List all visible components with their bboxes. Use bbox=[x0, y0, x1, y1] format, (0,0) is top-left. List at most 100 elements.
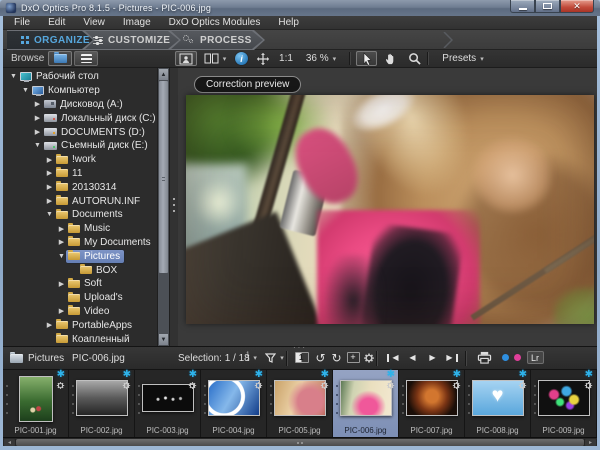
thumbnail-image[interactable] bbox=[19, 376, 53, 422]
collapse-arrow-icon[interactable]: ▼ bbox=[57, 253, 66, 260]
menu-item-dxo-optics-modules[interactable]: DxO Optics Modules bbox=[160, 16, 270, 30]
tab-organize[interactable]: ORGANIZE bbox=[7, 30, 95, 50]
processing-status-gear-icon[interactable] bbox=[188, 381, 198, 391]
tree-item-portableapps[interactable]: ▶PortableApps bbox=[3, 318, 157, 332]
processing-status-gear-icon[interactable] bbox=[254, 381, 264, 391]
thumbnail-image[interactable] bbox=[142, 384, 194, 412]
tree-item-pictures[interactable]: ▼Pictures bbox=[3, 249, 157, 263]
tree-item-chip[interactable]: Music bbox=[66, 222, 114, 235]
hand-tool-button[interactable] bbox=[380, 51, 401, 66]
scroll-down-icon[interactable]: ▼ bbox=[159, 334, 168, 345]
processing-status-gear-icon[interactable] bbox=[56, 381, 66, 391]
tree-scrollbar-thumb[interactable] bbox=[159, 81, 168, 273]
tree-item-11[interactable]: ▶11 bbox=[3, 167, 157, 181]
tree-item-chip[interactable]: AUTORUN.INF bbox=[54, 195, 144, 208]
info-button[interactable]: i bbox=[233, 51, 250, 66]
minimize-button[interactable] bbox=[510, 0, 535, 13]
tree-item-box[interactable]: BOX bbox=[3, 263, 157, 277]
correction-preview-button[interactable] bbox=[175, 51, 197, 66]
thumbnail-image[interactable] bbox=[76, 380, 128, 416]
tree-item-documents-d-[interactable]: ▶DOCUMENTS (D:) bbox=[3, 125, 157, 139]
tree-item-20130314[interactable]: ▶20130314 bbox=[3, 180, 157, 194]
menu-item-edit[interactable]: Edit bbox=[39, 16, 74, 30]
scroll-left-icon[interactable]: ◂ bbox=[4, 439, 15, 446]
next-image-button[interactable]: ▶ bbox=[424, 350, 441, 365]
tree-item-компьютер[interactable]: ▼Компьютер bbox=[3, 84, 157, 98]
thumbnail-pic-004[interactable]: ✱PIC-004.jpg bbox=[201, 370, 267, 437]
tree-item-chip[interactable]: Компьютер bbox=[30, 84, 104, 97]
processing-status-gear-icon[interactable] bbox=[386, 381, 396, 391]
expand-arrow-icon[interactable]: ▶ bbox=[45, 321, 54, 329]
menu-item-file[interactable]: File bbox=[5, 16, 39, 30]
tree-item-autorun-inf[interactable]: ▶AUTORUN.INF bbox=[3, 194, 157, 208]
filter-button[interactable]: ▾ bbox=[264, 350, 285, 365]
thumbnail-pic-006[interactable]: ✱PIC-006.jpg bbox=[333, 370, 399, 437]
thumbnail-image[interactable] bbox=[340, 380, 392, 416]
title-bar[interactable]: DxO Optics Pro 8.1.5 - Pictures - PIC-00… bbox=[0, 0, 600, 16]
star-icon[interactable]: ✱ bbox=[189, 369, 197, 380]
processing-settings-button[interactable] bbox=[361, 350, 376, 365]
one-to-one-button[interactable]: 1:1 bbox=[276, 51, 296, 66]
compare-view-button[interactable]: ▾ bbox=[200, 51, 230, 66]
collapse-arrow-icon[interactable]: ▼ bbox=[33, 142, 42, 149]
sort-button[interactable]: 12▾ bbox=[241, 350, 262, 365]
previous-image-button[interactable]: ◀ bbox=[404, 350, 421, 365]
tree-item-my-documents[interactable]: ▶My Documents bbox=[3, 236, 157, 250]
first-image-button[interactable]: ◀ bbox=[384, 350, 401, 365]
color-labels[interactable] bbox=[501, 350, 521, 365]
pan-tool-button[interactable] bbox=[253, 51, 273, 66]
browse-folders-button[interactable] bbox=[48, 51, 72, 66]
zoom-level-dropdown[interactable]: 36 %▾ bbox=[300, 51, 342, 66]
tree-item-chip[interactable]: Documents bbox=[54, 208, 127, 221]
tree-item-chip[interactable]: Рабочий стол bbox=[18, 70, 103, 83]
processing-status-gear-icon[interactable] bbox=[584, 381, 594, 391]
collapse-arrow-icon[interactable]: ▼ bbox=[21, 87, 30, 94]
tree-item-chip[interactable]: Video bbox=[66, 305, 113, 318]
collapse-arrow-icon[interactable]: ▼ bbox=[9, 73, 18, 80]
menu-item-help[interactable]: Help bbox=[269, 16, 308, 30]
tab-process[interactable]: PROCESS bbox=[169, 30, 265, 50]
browse-list-button[interactable] bbox=[74, 51, 98, 66]
panel-splitter[interactable] bbox=[170, 68, 178, 346]
thumbnail-pic-007[interactable]: ✱PIC-007.jpg bbox=[399, 370, 465, 437]
thumbnail-pic-001[interactable]: ✱PIC-001.jpg bbox=[3, 370, 69, 437]
expand-arrow-icon[interactable]: ▶ bbox=[45, 183, 54, 191]
tree-item-chip[interactable]: !work bbox=[54, 153, 100, 166]
processing-status-gear-icon[interactable] bbox=[122, 381, 132, 391]
star-icon[interactable]: ✱ bbox=[387, 369, 395, 380]
menu-item-image[interactable]: Image bbox=[114, 16, 160, 30]
filmstrip-scrollbar[interactable]: ◂ ▸ bbox=[3, 437, 597, 446]
expand-arrow-icon[interactable]: ▶ bbox=[45, 169, 54, 177]
tree-item-chip[interactable]: Soft bbox=[66, 277, 106, 290]
tree-item-локальный-диск-c-[interactable]: ▶Локальный диск (C:) bbox=[3, 111, 157, 125]
tree-item-chip[interactable]: Upload's bbox=[66, 291, 127, 304]
thumbnail-image[interactable] bbox=[274, 380, 326, 416]
expand-arrow-icon[interactable]: ▶ bbox=[45, 197, 54, 205]
thumbnail-pic-005[interactable]: ✱PIC-005.jpg bbox=[267, 370, 333, 437]
pointer-tool-button[interactable] bbox=[356, 51, 377, 66]
thumbnail-image[interactable] bbox=[472, 380, 524, 416]
tree-item-chip[interactable]: 11 bbox=[54, 167, 86, 180]
tree-item-chip[interactable]: Локальный диск (C:) bbox=[42, 112, 157, 125]
tree-item-chip[interactable]: My Documents bbox=[66, 236, 155, 249]
tree-item-дисковод-a-[interactable]: ▶Дисковод (A:) bbox=[3, 98, 157, 112]
add-button[interactable]: + bbox=[345, 350, 361, 365]
tree-item-video[interactable]: ▶Video bbox=[3, 305, 157, 319]
tree-item-chip[interactable]: Коапленный bbox=[54, 333, 134, 346]
thumbnail-pic-009[interactable]: ✱PIC-009.jpg bbox=[531, 370, 597, 437]
expand-arrow-icon[interactable]: ▶ bbox=[57, 225, 66, 233]
tree-item-upload's[interactable]: Upload's bbox=[3, 291, 157, 305]
tree-item-chip[interactable]: Дисковод (A:) bbox=[42, 98, 127, 111]
expand-arrow-icon[interactable]: ▶ bbox=[57, 280, 66, 288]
star-icon[interactable]: ✱ bbox=[585, 369, 593, 380]
presets-dropdown[interactable]: Presets▾ bbox=[435, 51, 491, 66]
last-image-button[interactable]: ▶ bbox=[444, 350, 461, 365]
tree-item-рабочий-стол[interactable]: ▼Рабочий стол bbox=[3, 70, 157, 84]
expand-arrow-icon[interactable]: ▶ bbox=[45, 156, 54, 164]
preview-image[interactable] bbox=[186, 95, 594, 324]
expand-arrow-icon[interactable]: ▶ bbox=[33, 114, 42, 122]
filmstrip-scrollbar-thumb[interactable] bbox=[16, 439, 584, 446]
star-icon[interactable]: ✱ bbox=[453, 369, 461, 380]
collapse-arrow-icon[interactable]: ▼ bbox=[45, 211, 54, 218]
tree-item-chip[interactable]: DOCUMENTS (D:) bbox=[42, 126, 149, 139]
